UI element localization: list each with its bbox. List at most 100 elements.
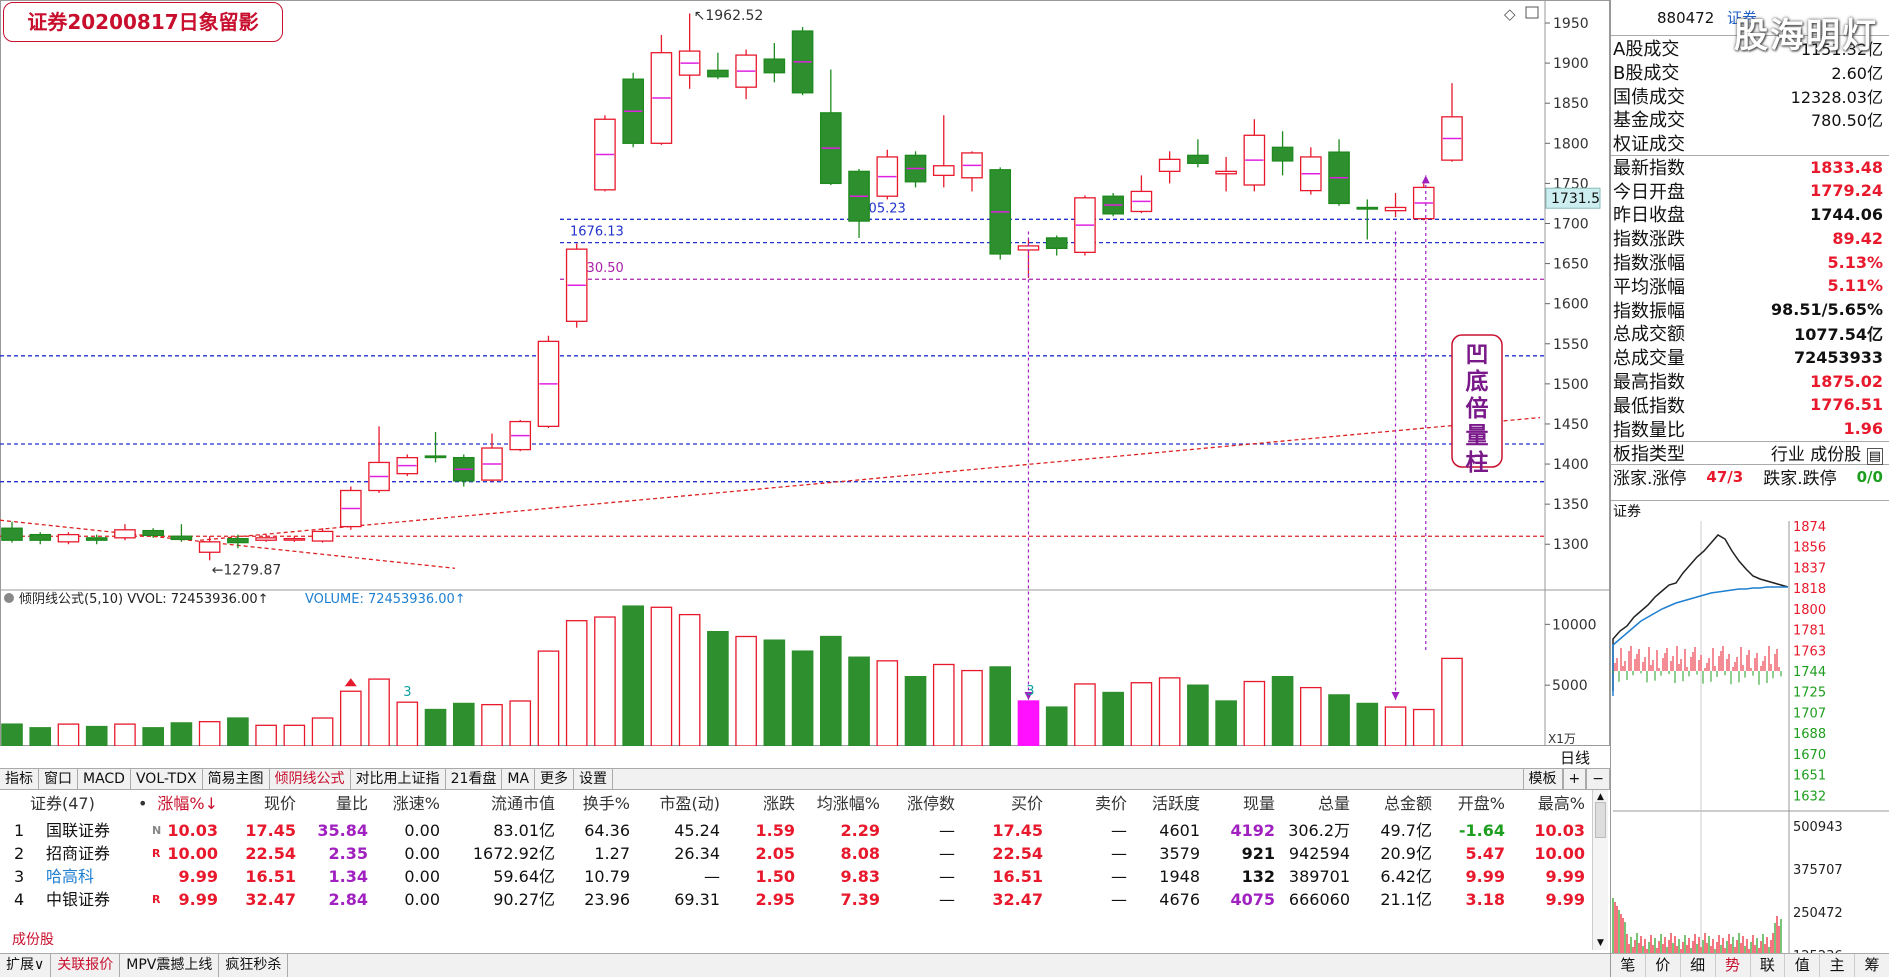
scroll-up-icon[interactable]: ▲ xyxy=(1595,792,1606,802)
candle xyxy=(368,426,390,493)
column-header[interactable]: 流通市值 xyxy=(491,790,555,817)
panel-tab[interactable]: 值 xyxy=(1785,954,1821,977)
indicator-tab[interactable]: 设置 xyxy=(574,769,614,789)
intraday-chart[interactable]: 1874 1856 1837 1818 1800 1781 1763 1744 1725 1707… xyxy=(1611,501,1889,964)
panel-tab[interactable]: 笔 xyxy=(1611,954,1646,977)
bottom-tab[interactable]: MPV震撼上线 xyxy=(120,954,220,977)
intraday-title: 证券 xyxy=(1613,504,1641,520)
column-header[interactable]: 总量 xyxy=(1318,790,1350,817)
panel-tab[interactable]: 主 xyxy=(1820,954,1856,977)
period-label[interactable]: 日线 xyxy=(1560,747,1590,768)
volume-bar xyxy=(565,620,588,746)
menu-icon[interactable]: ▤ xyxy=(1866,448,1883,466)
panel-tab[interactable]: 联 xyxy=(1751,954,1786,977)
indicator-tab[interactable]: 指标 xyxy=(0,769,39,789)
stat-row: 指数涨跌 89.42 xyxy=(1611,226,1889,251)
column-header[interactable]: 涨幅%↓ xyxy=(157,790,218,817)
y-tick-label: 1900 xyxy=(1553,56,1589,72)
scroll-down-icon[interactable]: ▼ xyxy=(1595,938,1606,948)
panel-tab[interactable]: 价 xyxy=(1646,954,1681,977)
column-header[interactable]: 现价 xyxy=(264,790,296,817)
candle-body xyxy=(29,533,52,541)
volume-bar xyxy=(255,724,277,746)
panel-tab[interactable]: 筹 xyxy=(1855,954,1889,977)
indicator-tab[interactable]: 窗口 xyxy=(39,769,78,789)
y-tick-label: 1800 xyxy=(1553,136,1589,152)
column-header[interactable]: 均涨幅% xyxy=(817,790,880,817)
candle xyxy=(904,151,927,188)
toolbar-right-button[interactable]: − xyxy=(1586,769,1610,789)
table-cell: 69.31 xyxy=(674,890,720,909)
column-header[interactable]: 现量 xyxy=(1243,790,1275,817)
stock-name[interactable]: 中银证券 xyxy=(46,886,110,913)
column-header[interactable]: 涨跌 xyxy=(763,790,795,817)
volume-bar xyxy=(424,708,447,746)
column-header[interactable]: 开盘% xyxy=(1458,790,1505,817)
column-header[interactable]: 证券(47) xyxy=(30,790,95,817)
indicator-tab[interactable]: 更多 xyxy=(535,769,575,789)
candle-body xyxy=(932,165,955,177)
table-scrollbar[interactable]: ▲ ▼ xyxy=(1592,790,1608,950)
bottom-tab[interactable]: 扩展∨ xyxy=(0,954,52,977)
indicator-tab[interactable]: VOL-TDX xyxy=(131,769,203,789)
bottom-tab[interactable]: 关联报价 xyxy=(51,954,121,977)
stat-value: 89.42 xyxy=(1832,228,1883,248)
sector-row: 板指类型 行业 成份股 ▤ xyxy=(1611,440,1889,466)
stat-label: 最新指数 xyxy=(1613,158,1685,180)
volume-bar xyxy=(1102,691,1124,746)
sector-value[interactable]: 行业 成份股 xyxy=(1771,445,1861,465)
table-cell: — xyxy=(939,890,955,909)
panel-tab[interactable]: 细 xyxy=(1681,954,1716,977)
indicator-tab[interactable]: 21看盘 xyxy=(446,769,503,789)
mini-volume-tick: 500943 xyxy=(1793,820,1843,835)
indicator-tab[interactable]: 对比用上证指 xyxy=(351,769,446,789)
bottom-tab[interactable]: 疯狂秒杀 xyxy=(219,954,289,977)
volume-bar xyxy=(989,666,1012,746)
table-row[interactable]: 4 中银证券 R 9.99 32.47 2.84 0.00 90.27亿 23.96 69.31 2… xyxy=(0,886,1595,913)
stat-label: 指数量比 xyxy=(1613,419,1685,441)
panel-tab[interactable]: 势 xyxy=(1716,954,1751,977)
table-cell: 4676 xyxy=(1159,890,1200,909)
column-header[interactable]: 活跃度 xyxy=(1152,790,1200,817)
column-header[interactable]: 涨速% xyxy=(393,790,440,817)
scroll-thumb[interactable] xyxy=(1595,802,1606,838)
candle-body xyxy=(1045,237,1068,249)
candle-body xyxy=(311,530,334,542)
column-header[interactable]: 买价 xyxy=(1011,790,1043,817)
table-cell: 32.47 xyxy=(245,890,296,909)
candle xyxy=(848,168,870,238)
indicator-tab[interactable]: MA xyxy=(502,769,536,789)
stat-label: 指数涨跌 xyxy=(1613,229,1685,251)
kline-chart[interactable]: 1950190018501800175017001650160015501500… xyxy=(0,0,1610,746)
table-cell: 21.1亿 xyxy=(1380,890,1432,909)
indicator-tab[interactable]: MACD xyxy=(78,769,131,789)
table-cell: 90.27亿 xyxy=(493,890,555,909)
y-tick-label: 1550 xyxy=(1553,337,1589,353)
volume-bar xyxy=(85,725,108,746)
column-header[interactable]: • xyxy=(138,790,147,817)
chart-frame xyxy=(0,0,1610,746)
stock-table: 证券(47) • 涨幅%↓ 现价 量比 涨速% 流通市值 换手% 市盈(动) 涨跌 均涨幅% 涨停数 买… xyxy=(0,790,1610,950)
column-header[interactable]: 市盈(动) xyxy=(660,790,721,817)
toolbar-right-button[interactable]: + xyxy=(1562,769,1587,789)
indicator-tab[interactable]: 倾阴线公式 xyxy=(270,769,351,789)
mini-price-tick: 1651 xyxy=(1793,769,1826,784)
mini-price-tick: 1725 xyxy=(1793,686,1826,701)
column-header[interactable]: 量比 xyxy=(336,790,368,817)
candle xyxy=(1130,175,1153,214)
column-header[interactable]: 卖价 xyxy=(1095,790,1127,817)
indicator-tab[interactable]: 简易主图 xyxy=(203,769,270,789)
stat-value: 5.13% xyxy=(1827,252,1883,272)
stat-value: 98.51/5.65% xyxy=(1771,300,1883,320)
toolbar-right-button[interactable]: 模板 xyxy=(1522,769,1563,789)
column-header[interactable]: 换手% xyxy=(583,790,630,817)
column-header[interactable]: 总金额 xyxy=(1384,790,1432,817)
table-cell: 2.84 xyxy=(328,890,368,909)
candle-body xyxy=(142,529,164,537)
y-tick-label: 1950 xyxy=(1553,16,1589,32)
candle xyxy=(1,521,23,543)
column-header[interactable]: 涨停数 xyxy=(907,790,955,817)
column-header[interactable]: 最高% xyxy=(1538,790,1585,817)
tab-spacer xyxy=(613,769,1522,789)
constituent-tag[interactable]: 成份股 xyxy=(0,930,60,950)
